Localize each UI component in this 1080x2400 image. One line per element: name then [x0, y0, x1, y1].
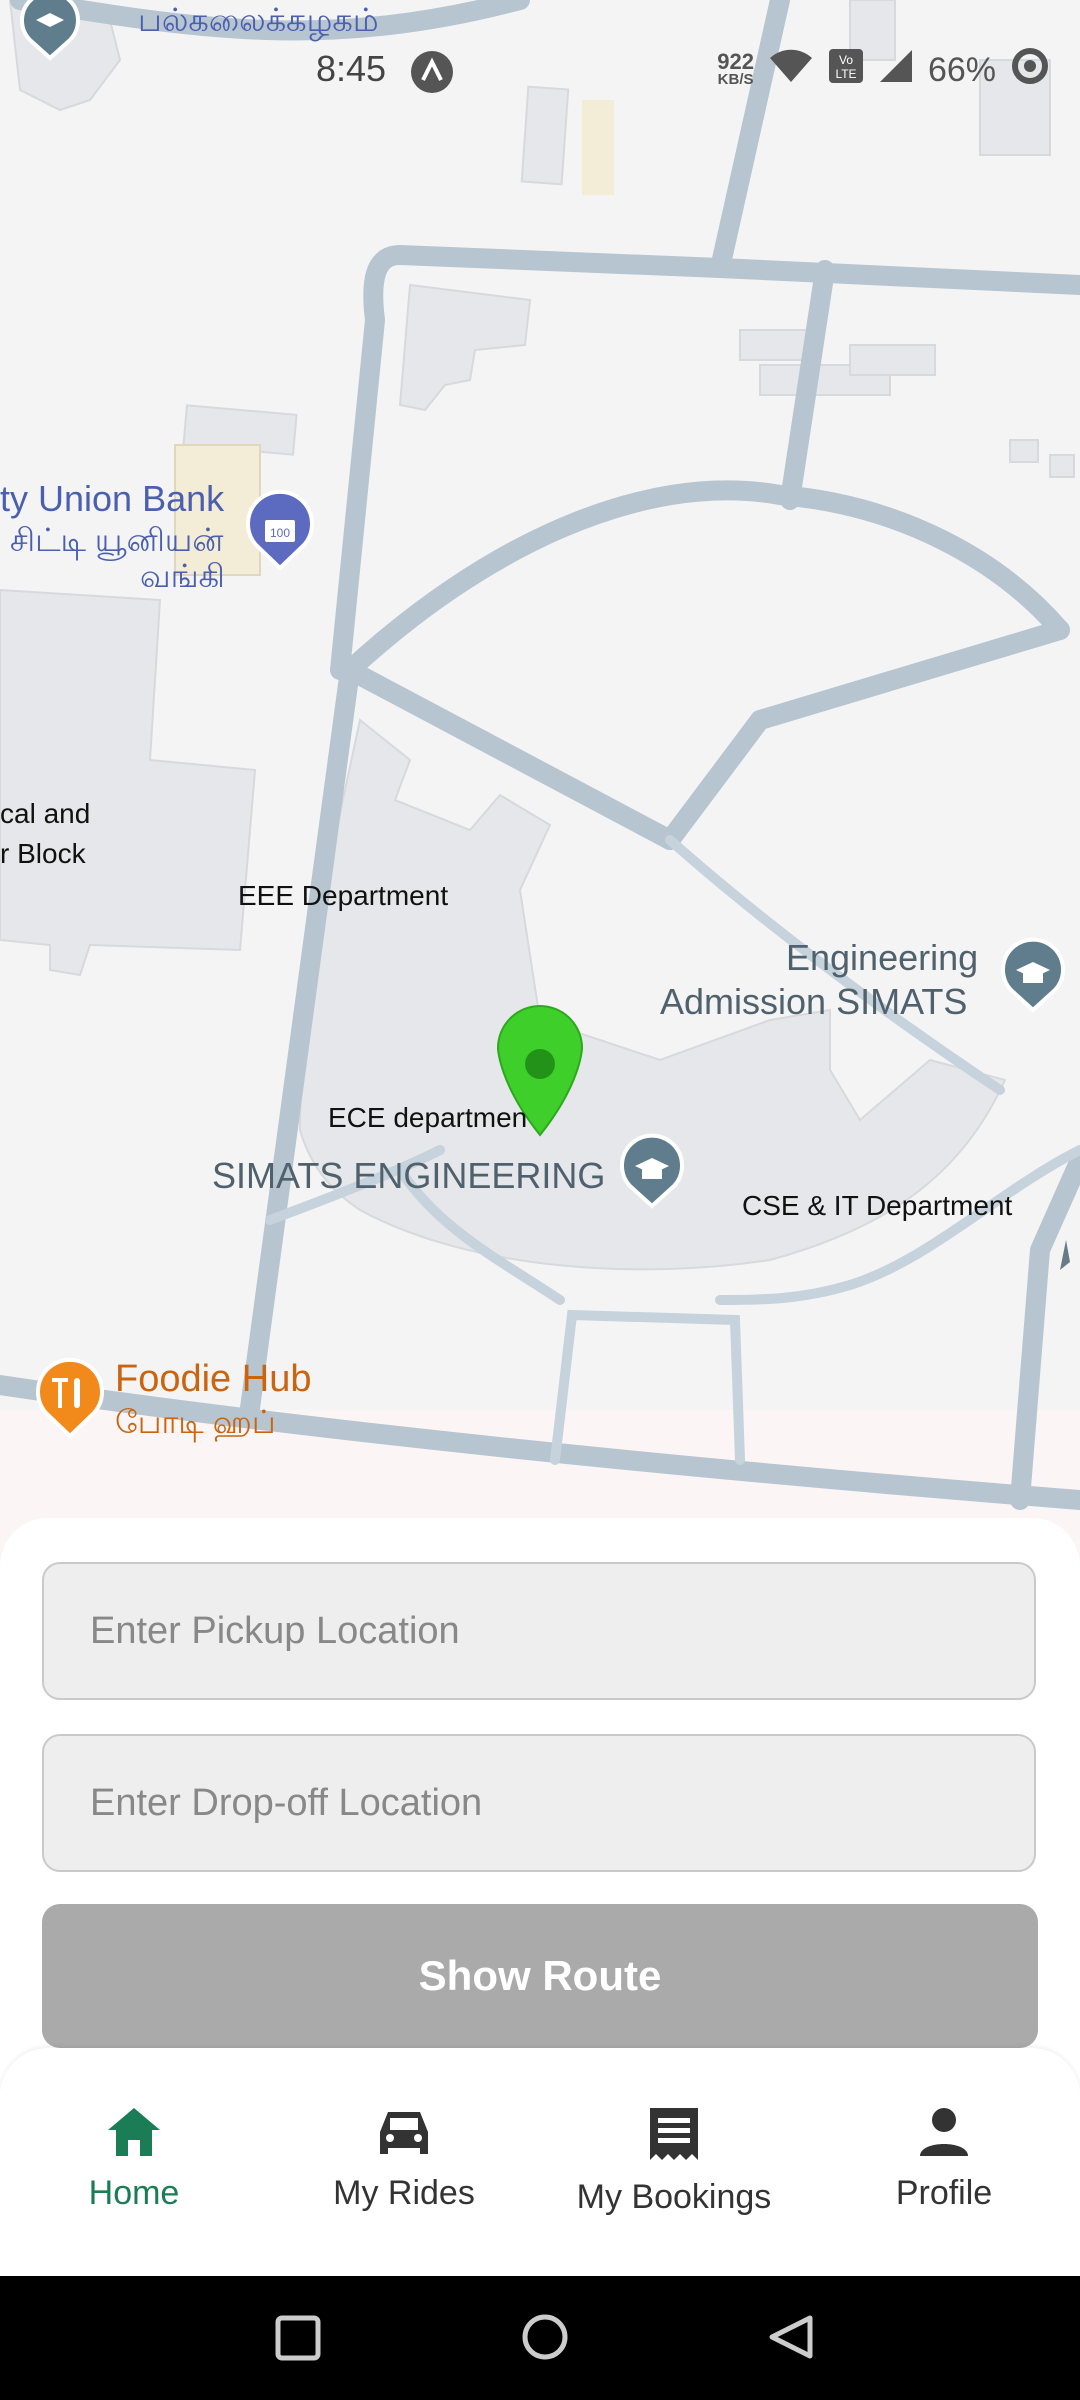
- dropoff-location-input[interactable]: [88, 1780, 1034, 1826]
- map-label-ece-department: ECE departmen: [328, 1102, 528, 1133]
- map-label-bank-tamil-2: வங்கி: [140, 558, 225, 594]
- nav-my-bookings-label: My Bookings: [576, 2178, 772, 2216]
- person-icon: [844, 2106, 1044, 2158]
- bottom-navigation: Home My Rides My Bookings Profile: [0, 2048, 1080, 2276]
- show-route-button[interactable]: Show Route: [42, 1904, 1038, 2048]
- wifi-icon: [768, 48, 814, 93]
- map-label-foodie-hub[interactable]: Foodie Hub: [115, 1358, 311, 1401]
- status-bar: 8:45 922 KB/S Vo LTE 66%: [0, 0, 1080, 140]
- pickup-location-input[interactable]: [88, 1608, 1034, 1654]
- volte-icon: Vo LTE: [828, 48, 864, 93]
- receipt-icon: [574, 2106, 774, 2162]
- svg-text:100: 100: [270, 526, 290, 540]
- network-speed: 922 KB/S: [717, 48, 754, 89]
- car-icon: [304, 2106, 504, 2158]
- home-button[interactable]: [520, 2312, 570, 2367]
- status-time: 8:45: [316, 48, 387, 89]
- signal-icon: [878, 48, 914, 93]
- map-label-eee-department: EEE Department: [238, 880, 449, 911]
- svg-text:LTE: LTE: [835, 67, 856, 81]
- nav-my-bookings[interactable]: My Bookings: [574, 2106, 774, 2217]
- home-icon: [34, 2106, 234, 2158]
- map-label-admission-simats[interactable]: Admission SIMATS: [660, 980, 967, 1024]
- map-label-foodie-hub-tamil: போடி ஹப்: [115, 1404, 276, 1440]
- nav-home-label: Home: [88, 2174, 180, 2212]
- map-label-cse-it-department: CSE & IT Department: [742, 1190, 1013, 1221]
- nav-my-rides-label: My Rides: [333, 2174, 475, 2212]
- map-view[interactable]: 100 பல்கலைக்கழகம் ty Union Bank சிட்டி ய…: [0, 0, 1080, 1560]
- battery-ring-icon: [1010, 46, 1050, 95]
- map-label-bank-tamil-1: சிட்டி யூனியன்: [10, 522, 224, 558]
- app-notification-icon: [410, 50, 454, 99]
- map-label-simats-engineering[interactable]: SIMATS ENGINEERING: [212, 1154, 605, 1198]
- network-speed-value: 922: [717, 48, 754, 74]
- pickup-location-field[interactable]: [42, 1562, 1036, 1700]
- status-icons: 922 KB/S Vo LTE 66%: [717, 46, 1050, 95]
- nav-profile-label: Profile: [895, 2174, 993, 2212]
- nav-home[interactable]: Home: [34, 2106, 234, 2213]
- dropoff-location-field[interactable]: [42, 1734, 1036, 1872]
- nav-profile[interactable]: Profile: [844, 2106, 1044, 2213]
- map-label-block-1: cal and: [0, 798, 91, 829]
- map-label-engineering[interactable]: Engineering: [786, 936, 978, 980]
- svg-text:Vo: Vo: [839, 53, 853, 67]
- system-navigation-bar: [0, 2276, 1080, 2400]
- map-label-block-2: r Block: [0, 838, 86, 869]
- nav-my-rides[interactable]: My Rides: [304, 2106, 504, 2213]
- map-label-bank[interactable]: ty Union Bank: [0, 478, 224, 520]
- recents-button[interactable]: [274, 2314, 322, 2367]
- map-canvas: 100: [0, 0, 1080, 1560]
- battery-percent: 66%: [927, 51, 996, 89]
- network-speed-unit: KB/S: [717, 70, 754, 88]
- back-button[interactable]: [766, 2312, 816, 2367]
